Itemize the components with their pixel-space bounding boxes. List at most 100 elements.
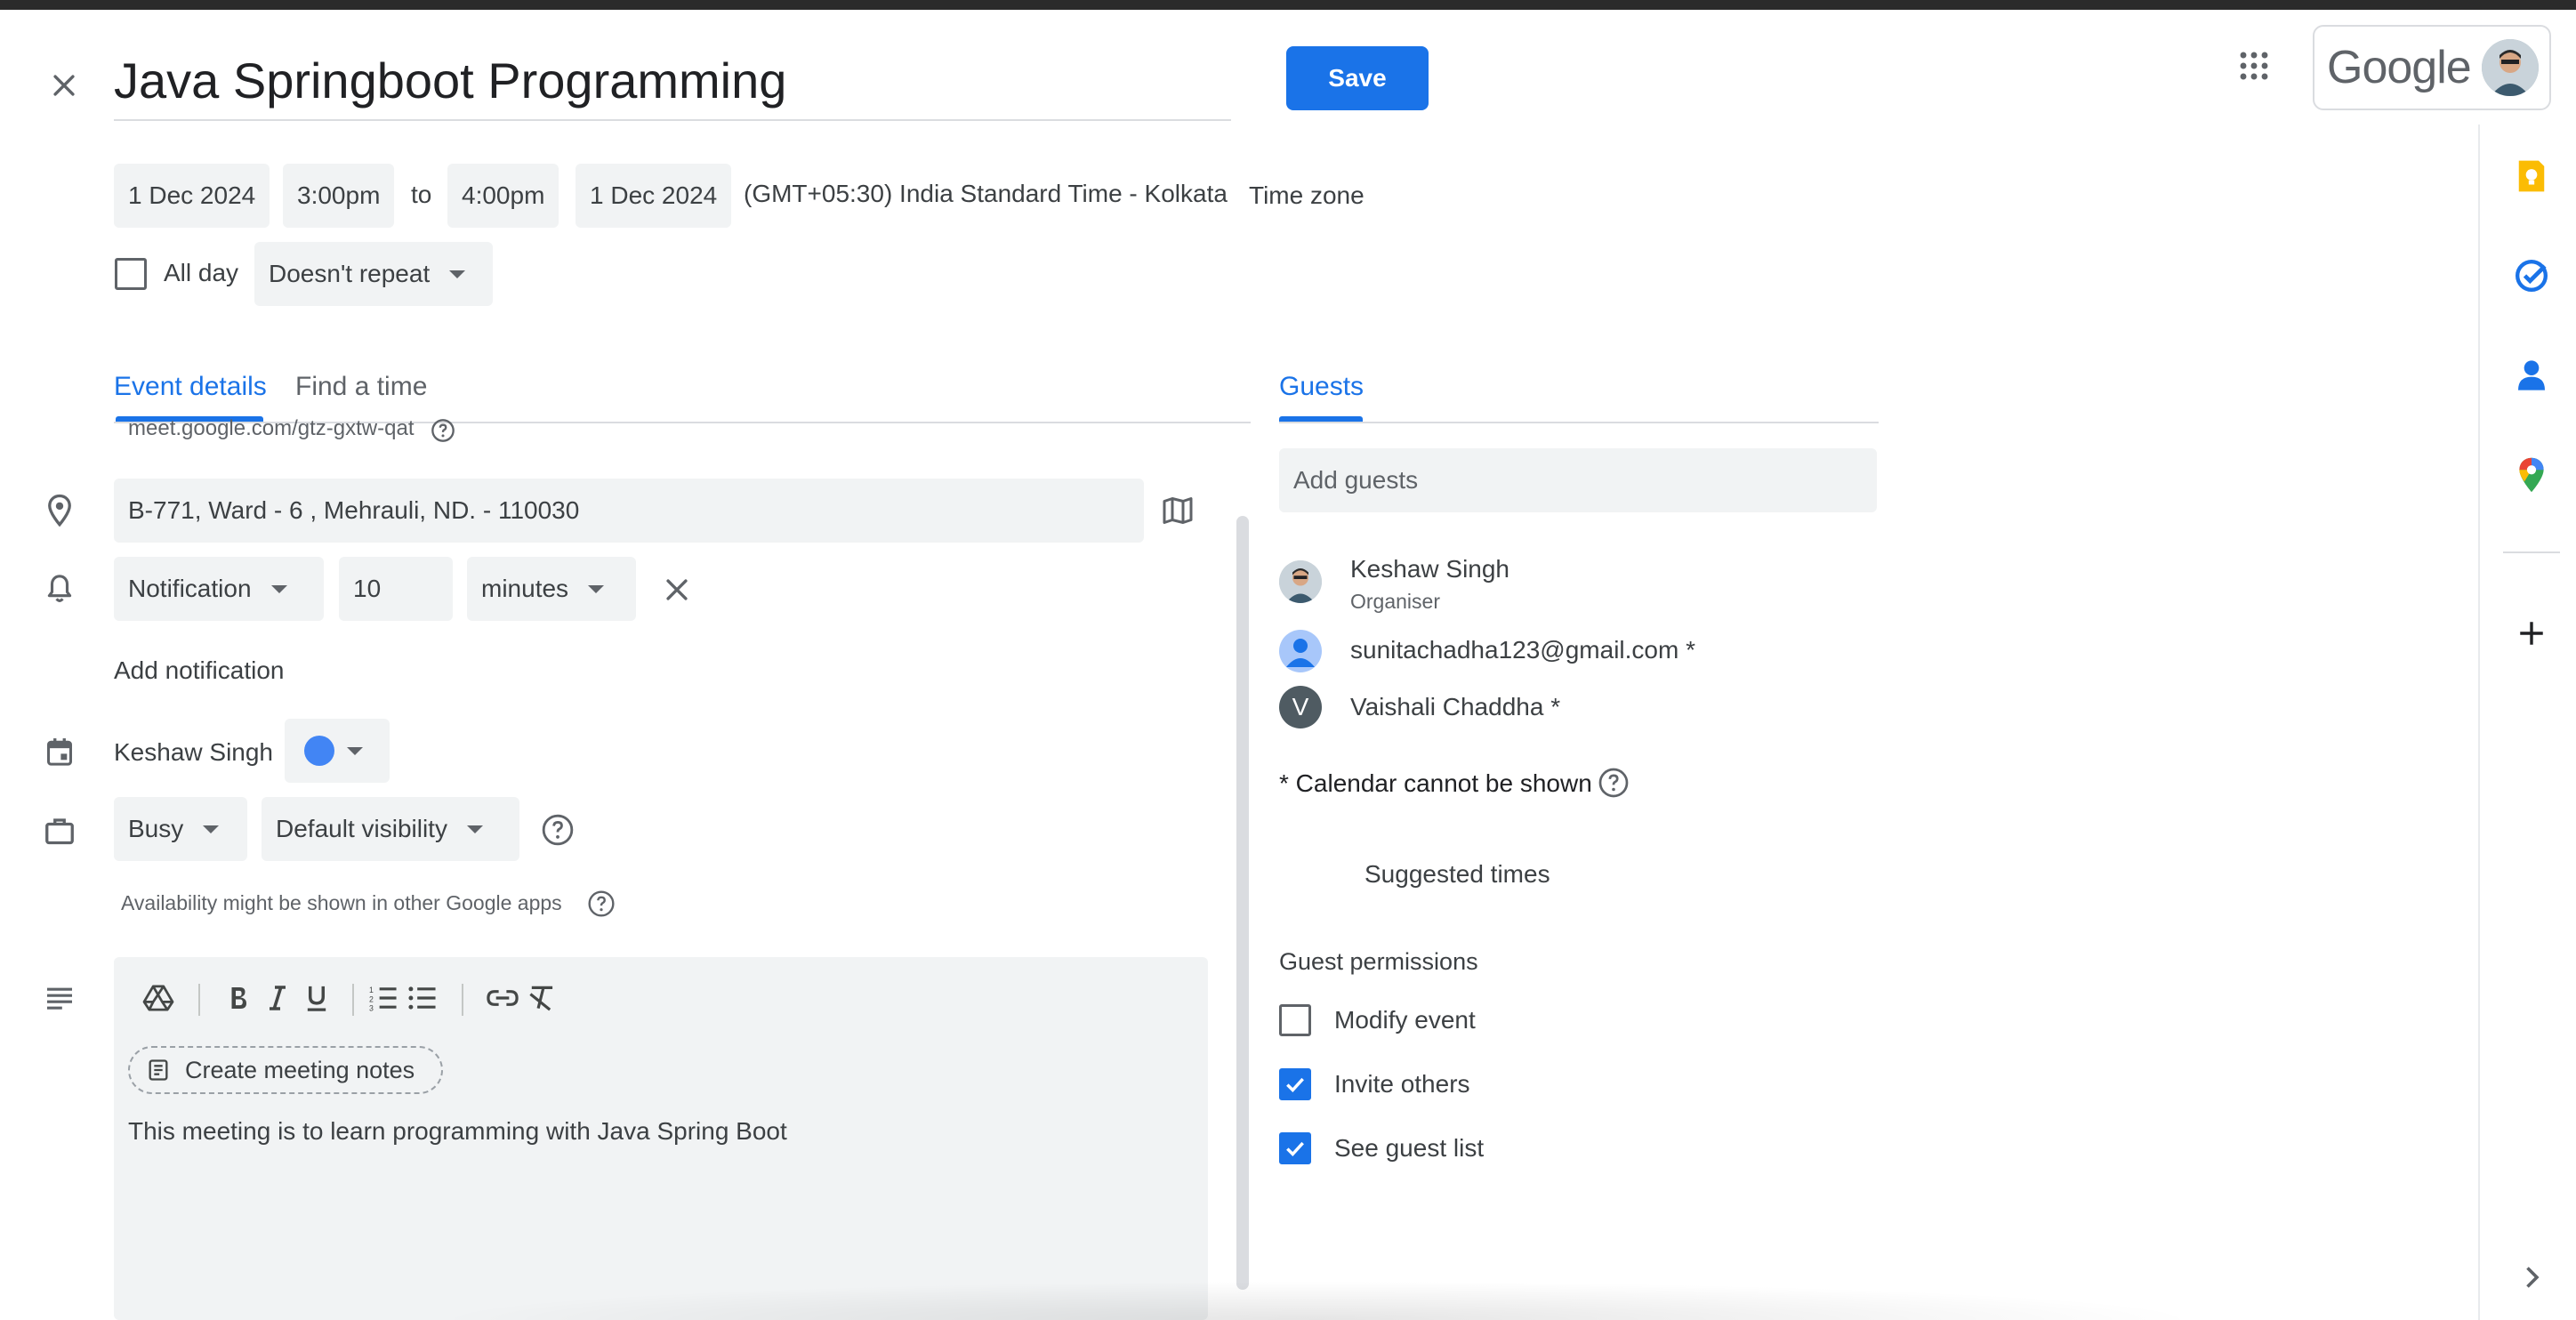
- guest-avatar-letter: V: [1279, 686, 1322, 728]
- visibility-value: Default visibility: [276, 815, 447, 842]
- contacts-icon[interactable]: [2507, 350, 2556, 400]
- description-text[interactable]: This meeting is to learn programming wit…: [128, 1117, 787, 1146]
- chevron-right-icon[interactable]: [2507, 1252, 2556, 1302]
- meet-help-icon[interactable]: [431, 418, 455, 443]
- keep-icon[interactable]: [2507, 151, 2556, 201]
- guests-tab-indicator: [1279, 416, 1363, 422]
- svg-text:2: 2: [369, 994, 374, 1003]
- svg-text:3: 3: [369, 1004, 374, 1012]
- all-day-checkbox[interactable]: [115, 258, 147, 290]
- bold-icon[interactable]: [221, 980, 256, 1016]
- end-time-picker[interactable]: 4:00pm: [447, 164, 559, 228]
- start-time-picker[interactable]: 3:00pm: [283, 164, 395, 228]
- notification-type-value: Notification: [128, 575, 252, 602]
- bell-icon: [38, 567, 81, 610]
- suggested-times-button[interactable]: Suggested times: [1364, 860, 1550, 889]
- google-logo: Google: [2327, 42, 2472, 93]
- add-guests-placeholder: Add guests: [1293, 466, 1419, 494]
- add-addon-icon[interactable]: [2507, 608, 2556, 658]
- close-button[interactable]: [39, 60, 89, 110]
- svg-text:1: 1: [369, 986, 374, 994]
- link-icon[interactable]: [485, 980, 520, 1016]
- notes-icon: [149, 1059, 168, 1081]
- location-input[interactable]: B-771, Ward - 6 , Mehrauli, ND. - 110030: [114, 479, 1144, 543]
- check-icon: [1286, 1077, 1304, 1093]
- close-icon: [666, 579, 688, 600]
- event-title[interactable]: Java Springboot Programming: [114, 46, 1231, 116]
- availability-note: Availability might be shown in other Goo…: [121, 891, 562, 914]
- map-icon[interactable]: [1156, 489, 1199, 532]
- event-title-field[interactable]: Java Springboot Programming: [114, 46, 1231, 121]
- repeat-value: Doesn't repeat: [269, 260, 431, 287]
- google-apps-button[interactable]: [2229, 41, 2279, 91]
- save-button[interactable]: Save: [1286, 46, 1429, 110]
- chevron-down-icon: [203, 825, 220, 833]
- chevron-down-icon: [270, 584, 287, 593]
- calendar-note-help-icon[interactable]: [1598, 767, 1630, 799]
- calendar-color-dropdown[interactable]: [285, 719, 390, 783]
- guest-name[interactable]: Keshaw Singh: [1350, 555, 1509, 584]
- create-meeting-notes-button[interactable]: Create meeting notes: [128, 1046, 444, 1094]
- end-date-picker[interactable]: 1 Dec 2024: [576, 164, 732, 228]
- notification-amount-input[interactable]: 10: [339, 557, 453, 621]
- tab-find-a-time[interactable]: Find a time: [295, 372, 427, 402]
- calendar-icon: [38, 731, 81, 774]
- check-icon: [1286, 1141, 1304, 1157]
- account-avatar: [2482, 39, 2539, 96]
- timezone-button[interactable]: Time zone: [1249, 181, 1364, 210]
- numbered-list-icon[interactable]: 123: [366, 980, 401, 1016]
- notification-unit-dropdown[interactable]: minutes: [467, 557, 636, 621]
- underline-icon[interactable]: [299, 980, 334, 1016]
- see-guest-list-label: See guest list: [1334, 1134, 1485, 1162]
- to-label: to: [411, 181, 432, 208]
- modify-event-label: Modify event: [1334, 1006, 1476, 1034]
- description-icon: [38, 977, 81, 1019]
- description-editor[interactable]: 123 Create meeting notes This meeting is…: [114, 957, 1208, 1320]
- window-top-bar: [0, 0, 2576, 10]
- italic-icon[interactable]: [260, 980, 295, 1016]
- modify-event-checkbox[interactable]: [1279, 1004, 1311, 1036]
- side-panel-border: [2478, 125, 2480, 1320]
- bulleted-list-icon[interactable]: [405, 980, 440, 1016]
- calendar-cannot-be-shown-note: * Calendar cannot be shown: [1279, 769, 1592, 797]
- location-icon: [38, 489, 81, 532]
- chevron-down-icon: [347, 746, 363, 755]
- drive-attach-icon[interactable]: [141, 980, 176, 1016]
- clear-formatting-icon[interactable]: [523, 980, 559, 1016]
- meet-link[interactable]: meet.google.com/gtz-gxtw-qat: [128, 416, 414, 441]
- calendar-owner: Keshaw Singh: [114, 738, 274, 766]
- repeat-dropdown[interactable]: Doesn't repeat: [254, 242, 493, 306]
- guest-permissions-title: Guest permissions: [1279, 948, 1478, 975]
- busy-value: Busy: [128, 815, 184, 842]
- details-scrollbar[interactable]: [1236, 516, 1249, 1290]
- chevron-down-icon: [588, 584, 605, 593]
- chevron-down-icon: [466, 825, 483, 833]
- availability-help-icon[interactable]: [587, 889, 616, 918]
- visibility-help-icon[interactable]: [541, 813, 575, 847]
- person-icon: [1286, 639, 1315, 667]
- timezone-value: (GMT+05:30) India Standard Time - Kolkat…: [744, 180, 1228, 207]
- all-day-label: All day: [164, 259, 239, 286]
- add-guests-input[interactable]: Add guests: [1279, 448, 1877, 512]
- guest-avatar-photo: [1279, 560, 1322, 603]
- guest-name[interactable]: sunitachadha123@gmail.com *: [1350, 636, 1695, 664]
- google-account-button[interactable]: Google: [2313, 25, 2551, 110]
- create-meeting-notes-label: Create meeting notes: [185, 1056, 415, 1083]
- visibility-dropdown[interactable]: Default visibility: [262, 797, 519, 861]
- tab-event-details[interactable]: Event details: [114, 372, 267, 402]
- tasks-icon[interactable]: [2507, 251, 2556, 301]
- guest-name[interactable]: Vaishali Chaddha *: [1350, 693, 1560, 721]
- guests-divider: [1279, 422, 1879, 423]
- busy-dropdown[interactable]: Busy: [114, 797, 247, 861]
- invite-others-checkbox[interactable]: [1279, 1068, 1311, 1100]
- side-panel-divider: [2503, 551, 2560, 553]
- tab-guests[interactable]: Guests: [1279, 372, 1364, 402]
- apps-grid-icon: [2240, 52, 2268, 80]
- notification-type-dropdown[interactable]: Notification: [114, 557, 324, 621]
- start-date-picker[interactable]: 1 Dec 2024: [114, 164, 270, 228]
- add-notification-link[interactable]: Add notification: [114, 656, 284, 685]
- invite-others-label: Invite others: [1334, 1070, 1470, 1098]
- remove-notification-button[interactable]: [662, 575, 692, 605]
- see-guest-list-checkbox[interactable]: [1279, 1132, 1311, 1164]
- maps-icon[interactable]: [2507, 450, 2556, 500]
